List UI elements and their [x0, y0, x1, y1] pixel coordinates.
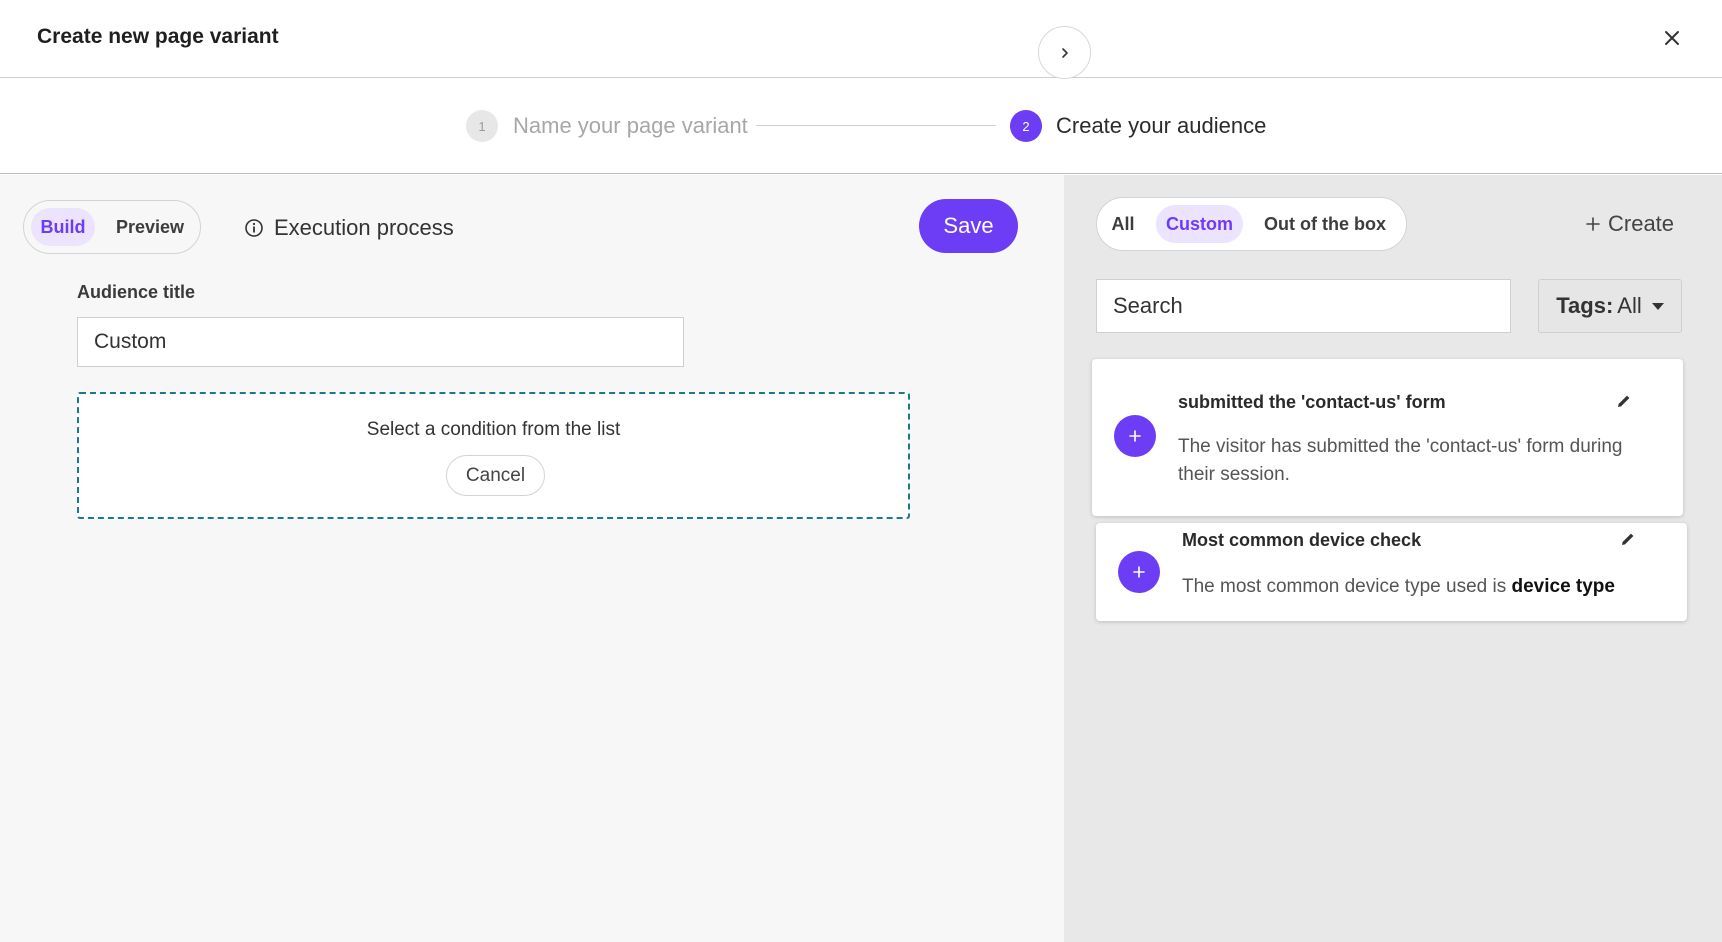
build-tab[interactable]: Build — [31, 208, 95, 246]
filter-all[interactable]: All — [1105, 205, 1141, 243]
mode-toggle: Build Preview — [23, 200, 201, 254]
plus-icon — [1133, 566, 1145, 578]
execution-process-label: Execution process — [274, 215, 454, 240]
condition-filter-group: All Custom Out of the box — [1096, 197, 1407, 251]
step-2-label: Create your audience — [1056, 113, 1267, 138]
condition-title: Most common device check — [1182, 530, 1422, 550]
condition-description-bold: device type — [1511, 576, 1615, 597]
edit-condition-button[interactable] — [1617, 528, 1639, 550]
tags-value: All — [1617, 293, 1642, 318]
condition-card[interactable]: submitted the 'contact-us' form The visi… — [1092, 359, 1683, 516]
chevron-right-icon — [1061, 47, 1068, 58]
condition-card[interactable]: Most common device check The most common… — [1096, 523, 1687, 621]
dialog-title: Create new page variant — [37, 25, 279, 48]
step-1-number: 1 — [466, 110, 498, 142]
audience-title-input[interactable] — [77, 317, 684, 367]
collapse-panel-button[interactable] — [1038, 26, 1091, 79]
condition-title: submitted the 'contact-us' form — [1178, 392, 1446, 412]
create-label: Create — [1608, 211, 1675, 236]
add-condition-button[interactable] — [1118, 551, 1160, 593]
cancel-button[interactable]: Cancel — [446, 455, 545, 496]
condition-prompt: Select a condition from the list — [366, 419, 621, 440]
dialog-header: Create new page variant — [0, 0, 1722, 78]
condition-drop-zone: Select a condition from the list Cancel — [77, 392, 910, 519]
condition-description: The visitor has submitted the 'contact-u… — [1178, 436, 1623, 485]
tags-label: Tags: — [1556, 293, 1614, 318]
info-icon — [245, 219, 263, 237]
step-connector — [756, 125, 996, 126]
step-2-number: 2 — [1010, 110, 1042, 142]
condition-library-panel: All Custom Out of the box Create Tags: A… — [1064, 175, 1722, 942]
plus-icon — [1129, 430, 1141, 442]
create-condition-button[interactable]: Create — [1586, 211, 1674, 237]
pencil-icon — [1622, 533, 1634, 545]
close-button[interactable] — [1658, 24, 1686, 52]
filter-custom[interactable]: Custom — [1156, 205, 1243, 243]
pencil-icon — [1618, 395, 1630, 407]
condition-description: The most common device type used is devi… — [1182, 573, 1662, 601]
plus-icon — [1586, 217, 1600, 231]
add-condition-button[interactable] — [1114, 415, 1156, 457]
tags-dropdown[interactable]: Tags: All — [1538, 279, 1682, 333]
save-button[interactable]: Save — [919, 199, 1018, 253]
search-input[interactable] — [1096, 279, 1511, 333]
execution-process-link[interactable]: Execution process — [244, 215, 454, 241]
caret-down-icon — [1651, 302, 1664, 310]
step-1-label: Name your page variant — [513, 113, 748, 138]
filter-out-of-the-box[interactable]: Out of the box — [1255, 205, 1395, 243]
condition-description-text: The most common device type used is — [1182, 576, 1507, 597]
audience-builder-panel: Build Preview Execution process Save Aud… — [0, 175, 1064, 942]
preview-tab[interactable]: Preview — [110, 208, 190, 246]
stepper: 1 Name your page variant 2 Create your a… — [0, 78, 1722, 174]
close-icon — [1665, 31, 1679, 45]
audience-title-label: Audience title — [77, 282, 196, 302]
edit-condition-button[interactable] — [1613, 390, 1635, 412]
